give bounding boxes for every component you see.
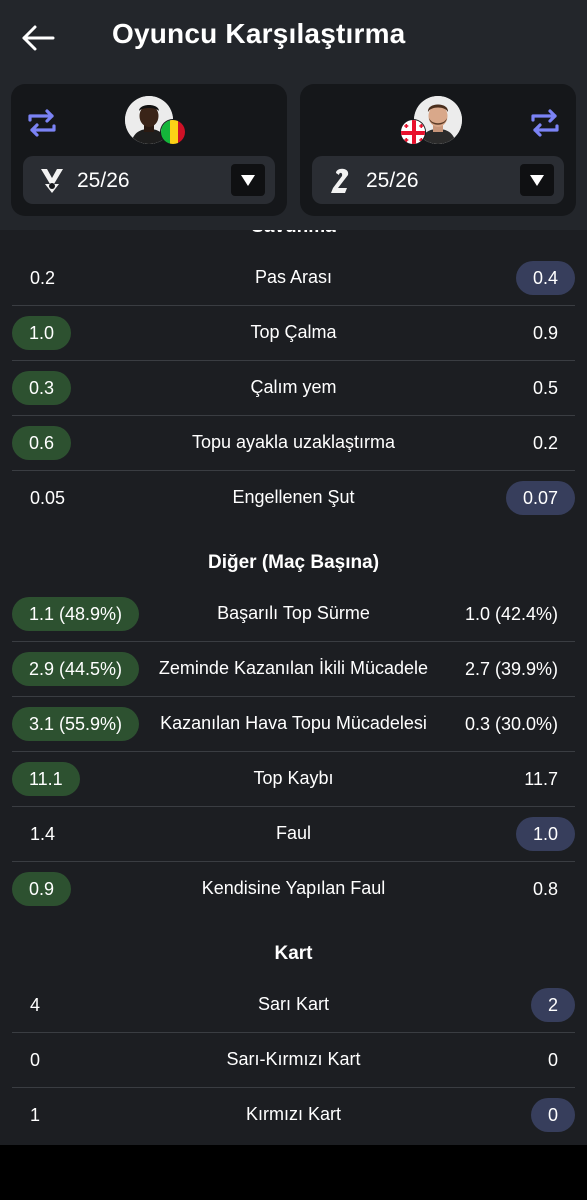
stat-value-right: 0.3 (30.0%) bbox=[464, 714, 558, 734]
stat-row: Engellenen Şut 0.05 0.07 bbox=[12, 471, 575, 526]
page-title: Oyuncu Karşılaştırma bbox=[112, 18, 406, 49]
club-logo-icon bbox=[328, 166, 354, 194]
stat-row: Top Kaybı 11.1 11.7 bbox=[12, 752, 575, 807]
chevron-down-icon[interactable] bbox=[231, 164, 265, 196]
season-value-left: 25/26 bbox=[77, 169, 130, 192]
stat-label: Topu ayakla uzaklaştırma bbox=[191, 432, 396, 452]
stat-label: Top Çalma bbox=[250, 322, 337, 342]
section-heading-cards: Kart bbox=[274, 943, 313, 964]
club-logo-icon bbox=[39, 166, 65, 194]
player-card-right: 25/26 bbox=[300, 84, 576, 216]
stat-row: Başarılı Top Sürme 1.1 (48.9%) 1.0 (42.4%) bbox=[12, 587, 575, 642]
stat-value-right: 1.0 (42.4%) bbox=[464, 604, 558, 624]
stat-value-right: 0.5 bbox=[532, 378, 558, 398]
stat-row: Sarı-Kırmızı Kart 0 0 bbox=[12, 1033, 575, 1088]
stat-value-left: 0.3 bbox=[12, 371, 72, 405]
stat-value-left: 0.6 bbox=[12, 426, 72, 460]
stat-row: Faul 1.4 1.0 bbox=[12, 807, 575, 862]
season-select-right[interactable]: 25/26 bbox=[312, 156, 564, 204]
stat-value-right: 0 bbox=[530, 1098, 575, 1132]
stat-value-left: 1 bbox=[30, 1105, 41, 1125]
stat-value-right: 2.7 (39.9%) bbox=[464, 659, 558, 679]
season-value-right: 25/26 bbox=[366, 169, 419, 192]
flag-icon-mali bbox=[160, 119, 186, 145]
stat-value-right: 11.7 bbox=[524, 769, 558, 789]
stat-row: Kırmızı Kart 1 0 bbox=[12, 1088, 575, 1143]
stat-row: Sarı Kart 4 2 bbox=[12, 978, 575, 1033]
stat-label: Kırmızı Kart bbox=[245, 1104, 341, 1124]
season-select-left[interactable]: 25/26 bbox=[23, 156, 275, 204]
stat-value-left: 1.4 bbox=[30, 824, 56, 844]
swap-player-icon[interactable] bbox=[528, 106, 562, 140]
stat-value-left: 0.2 bbox=[30, 268, 56, 288]
stat-value-left: 3.1 (55.9%) bbox=[12, 707, 140, 741]
stat-value-right: 0.9 bbox=[532, 323, 558, 343]
stat-value-right: 0.07 bbox=[505, 481, 575, 515]
stat-label: Engellenen Şut bbox=[232, 487, 355, 507]
stat-label: Sarı Kart bbox=[257, 994, 330, 1014]
stat-value-left: 11.1 bbox=[12, 762, 80, 796]
stat-label: Çalım yem bbox=[250, 377, 337, 397]
stat-value-right: 0.2 bbox=[532, 433, 558, 453]
stat-value-left: 4 bbox=[30, 995, 41, 1015]
stat-row: Kendisine Yapılan Faul 0.9 0.8 bbox=[12, 862, 575, 917]
back-arrow-icon[interactable] bbox=[18, 18, 58, 58]
stat-value-left: 1.0 bbox=[12, 316, 72, 350]
player-selector-band: 25/26 25/26 bbox=[0, 72, 587, 230]
stat-label: Sarı-Kırmızı Kart bbox=[226, 1049, 361, 1069]
flag-icon-georgia bbox=[400, 119, 426, 145]
swap-player-icon[interactable] bbox=[25, 106, 59, 140]
player-card-left: 25/26 bbox=[11, 84, 287, 216]
stat-row: Top Çalma 1.0 0.9 bbox=[12, 306, 575, 361]
stat-row: Çalım yem 0.3 0.5 bbox=[12, 361, 575, 416]
stat-row: Kazanılan Hava Topu Mücadelesi 3.1 (55.9%… bbox=[12, 697, 575, 752]
chevron-down-icon[interactable] bbox=[520, 164, 554, 196]
app-header: Oyuncu Karşılaştırma bbox=[0, 0, 587, 72]
stat-value-right: 1.0 bbox=[515, 817, 575, 851]
stat-label: Pas Arası bbox=[254, 267, 333, 287]
stat-value-left: 1.1 (48.9%) bbox=[12, 597, 140, 631]
stat-row: Pas Arası 0.2 0.4 bbox=[12, 251, 575, 306]
stat-value-left: 0.05 bbox=[30, 488, 66, 508]
stat-value-left: 0.9 bbox=[12, 872, 72, 906]
stat-value-right: 0.4 bbox=[515, 261, 575, 295]
stat-value-right: 0.8 bbox=[532, 879, 558, 899]
stat-value-left: 2.9 (44.5%) bbox=[12, 652, 140, 686]
comparison-screen: Savunma Pas Arası0.20.4Top Çalma1.00.9Ça… bbox=[0, 0, 587, 1145]
section-heading-other: Diğer (Maç Başına) bbox=[207, 552, 380, 573]
stat-value-left: 0 bbox=[30, 1050, 41, 1070]
stat-label: Faul bbox=[275, 823, 311, 843]
stat-row: Zeminde Kazanılan İkili Mücadele 2.9 (44.… bbox=[12, 642, 575, 697]
stat-row: Topu ayakla uzaklaştırma 0.6 0.2 bbox=[12, 416, 575, 471]
stat-value-right: 0 bbox=[547, 1050, 558, 1070]
stat-label: Top Kaybı bbox=[253, 768, 334, 788]
stat-label: Kendisine Yapılan Faul bbox=[201, 878, 386, 898]
stat-value-right: 2 bbox=[530, 988, 575, 1022]
